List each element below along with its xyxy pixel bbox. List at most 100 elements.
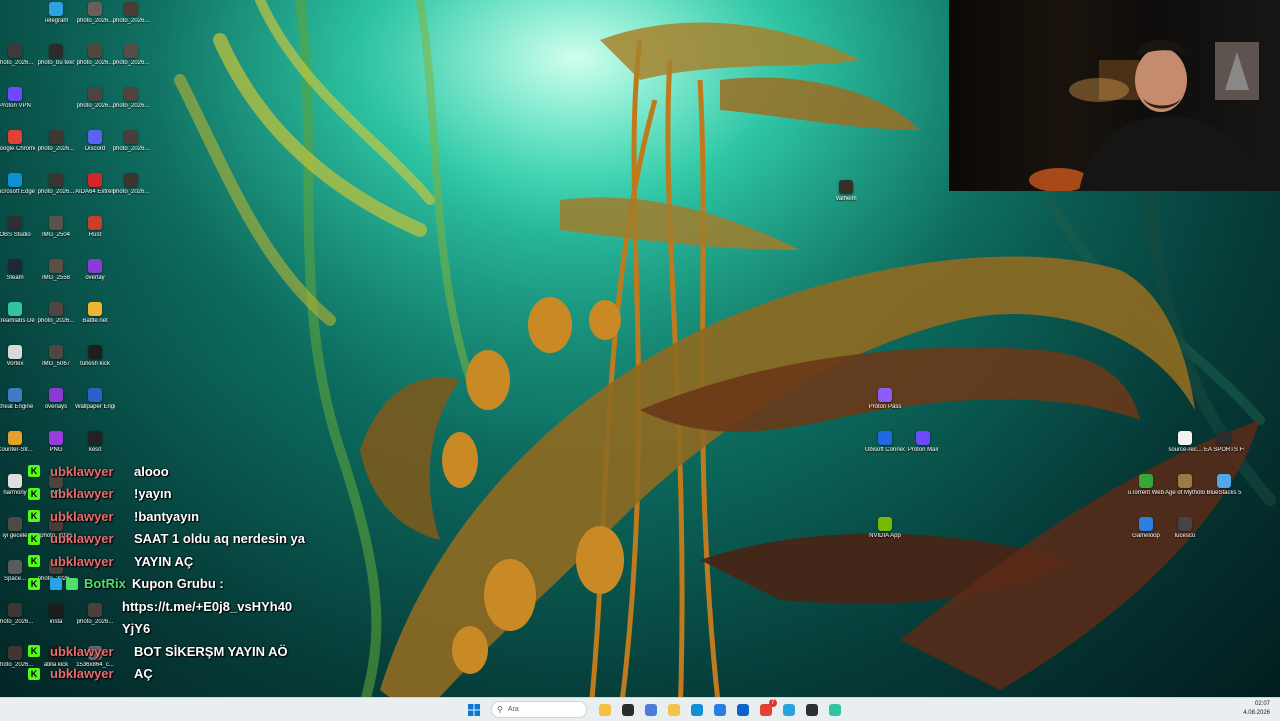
desktop-shortcut[interactable]: Ubisoft Connect [865,431,905,475]
desktop-shortcut-label: AIDA64 Extreme [75,189,115,195]
photo-icon [88,2,102,16]
desktop-shortcut[interactable]: photo_2026... [75,44,115,88]
desktop-shortcut[interactable]: photo_bu tekr [36,44,76,88]
desktop-shortcut-label: photo_2026... [112,18,150,24]
desktop-shortcut[interactable]: Discord [75,130,115,174]
desktop-shortcut[interactable]: Steam [0,259,35,303]
store-icon[interactable] [711,701,729,719]
desktop-shortcut-label: photo_2026... [37,146,75,152]
desktop-shortcut[interactable]: Gameloop [1126,517,1166,561]
desktop-shortcut-label: Discord [84,146,106,152]
desktop-shortcut-label: photo_2026... [112,146,150,152]
utorrent-icon [1139,474,1153,488]
desktop-shortcut[interactable]: NVIDIA App [865,517,905,561]
desktop-shortcut[interactable]: OBS Studio [0,216,35,260]
desktop-shortcut-label: turkish kick [80,361,110,367]
chat-link[interactable]: https://t.me/+E0j8_vsHYh40 [122,599,292,614]
photo-icon [124,173,138,187]
desktop-shortcut[interactable]: Google Chrome [0,130,35,174]
file-icon [8,474,22,488]
chat-message-continuation: YjY6 [28,618,328,641]
chat-text: Kupon Grubu : [132,576,224,592]
desktop-shortcut[interactable]: photo_2026... [36,173,76,217]
notification-badge: 7 [769,698,777,707]
desktop-shortcut[interactable]: Vortex [0,345,35,389]
chat-message: K BotRix Kupon Grubu : [28,573,328,596]
desktop-shortcut-label: Telegram [43,18,69,24]
desktop-shortcut[interactable]: turkish kick [75,345,115,389]
chat-text: YAYIN AÇ [134,553,194,569]
desktop-shortcut-label: photo_2026... [0,60,34,66]
desktop-shortcut-label: Wallpaper Engine [75,404,115,410]
desktop-shortcut[interactable]: Proton Mail [903,431,943,475]
desktop-shortcut[interactable]: BlueStacks 5 [1204,474,1244,518]
photo-icon [88,345,102,359]
desktop-shortcut[interactable]: Cheat Engine [0,388,35,432]
desktop-shortcut[interactable]: IMG_2558 [36,259,76,303]
chrome-icon[interactable]: 7 [757,698,777,719]
outlook-icon[interactable] [734,701,752,719]
desktop-shortcut[interactable]: IMG_5067 [36,345,76,389]
desktop-shortcut[interactable]: photo_2026... [111,130,151,174]
terminal-icon[interactable] [619,701,637,719]
photo-icon [124,87,138,101]
desktop-shortcut[interactable]: photo_2026... [0,44,35,88]
explorer-icon[interactable] [596,701,614,719]
desktop-shortcut-label: lucescu [1174,533,1196,539]
desktop-shortcut[interactable]: Microsoft Edge [0,173,35,217]
desktop-shortcut[interactable]: EA SPORTS FC™ 26 [1204,431,1244,475]
taskbar-search-input[interactable]: ⚲ Ara [491,701,587,718]
desktop-shortcut[interactable]: photo_2026... [36,302,76,346]
photos-icon[interactable] [642,701,660,719]
desktop-shortcut[interactable]: IMG_2504 [36,216,76,260]
desktop-shortcut[interactable]: photo_2026... [75,2,115,46]
taskbar: ⚲ Ara 7 02:07 4.08.2026 [0,697,1280,721]
vortex-icon [8,345,22,359]
windows-start-icon[interactable] [465,701,483,719]
desktop-shortcut[interactable]: Streamlabs Desktop [0,302,35,346]
desktop-shortcut[interactable]: photo_2026... [36,130,76,174]
desktop-shortcut[interactable]: Valheim [826,180,866,224]
telegram-icon[interactable] [780,701,798,719]
photo-icon [8,44,22,58]
desktop-shortcut[interactable]: lucescu [1165,517,1205,561]
obs-icon[interactable] [803,701,821,719]
chat-message: Kubklawyer YAYIN AÇ [28,550,328,573]
desktop-shortcut[interactable]: photo_2026... [111,87,151,131]
desktop-shortcut[interactable]: uTorrent Web [1126,474,1166,518]
photo-icon [88,44,102,58]
desktop-shortcut-label: Proton Pass [868,404,902,410]
desktop-shortcut[interactable]: Telegram [36,2,76,46]
desktop-shortcut[interactable]: source-rec... [1165,431,1205,475]
desktop-shortcut[interactable]: Wallpaper Engine [75,388,115,432]
desktop-shortcut-label: Proton Mail [907,447,939,453]
desktop-shortcut[interactable]: photo_2026... [75,87,115,131]
folder-icon[interactable] [665,701,683,719]
desktop-shortcut[interactable]: Rust [75,216,115,260]
desktop-shortcut[interactable]: overlay [75,259,115,303]
desktop-shortcut-label: PNG [49,447,63,453]
system-clock[interactable]: 02:07 4.08.2026 [1243,700,1270,718]
discord-icon [88,130,102,144]
desktop-shortcut[interactable]: AIDA64 Extreme [75,173,115,217]
desktop-shortcut-label: photo_2026... [112,189,150,195]
desktop-shortcut[interactable]: overlays [36,388,76,432]
photo-icon [49,345,63,359]
streamlabs-icon[interactable] [826,701,844,719]
desktop-shortcut[interactable]: photo_2026... [111,173,151,217]
chat-text: BOT SİKERŞM YAYIN AÖ [134,643,288,659]
protonmail-icon [916,431,930,445]
kick-badge-icon: K [28,487,40,500]
chat-username: ubklawyer [50,508,114,524]
desktop-shortcut[interactable]: Age of Mytholo... [1165,474,1205,518]
desktop-shortcut-label: Battle.net [82,318,108,324]
desktop-shortcut[interactable]: photo_2026... [111,44,151,88]
desktop-shortcut-label: IMG_2504 [41,232,71,238]
taskbar-pinned-apps: 7 [593,698,846,719]
edge-icon[interactable] [688,701,706,719]
desktop-shortcut[interactable]: Proton VPN [0,87,35,131]
valheim-icon [839,180,853,194]
desktop-shortcut[interactable]: Proton Pass [865,388,905,432]
desktop-shortcut[interactable]: Battle.net [75,302,115,346]
desktop-shortcut[interactable]: photo_2026... [111,2,151,46]
